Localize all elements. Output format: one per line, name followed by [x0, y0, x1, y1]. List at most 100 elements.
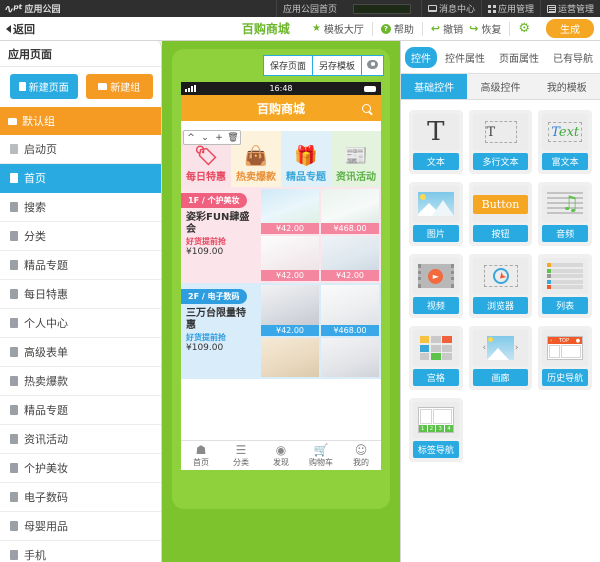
tab-1[interactable]: 控件属性 [439, 47, 491, 68]
undo-button[interactable]: ↩ 撤销 [423, 22, 466, 36]
product-cell[interactable] [321, 337, 379, 377]
topnav-search[interactable] [343, 0, 421, 17]
sidebar-item-12[interactable]: 电子数码 [0, 483, 161, 512]
topnav-ops-manage[interactable]: 运营管理 [539, 0, 600, 17]
sidebar-item-label: 个护美妆 [24, 462, 68, 475]
grid-widget-icon [413, 330, 459, 366]
status-time: 16:48 [269, 84, 293, 93]
page-group-label: 默认组 [22, 115, 55, 128]
phone-preview: 16:48 百购商城 ^ ⌄ + 🗑 🏷 每日特惠 👜 热卖爆款 🎁 精品专题 … [181, 82, 381, 470]
app-logo[interactable]: ∿ᵖᵗ 应用公园 [0, 2, 60, 16]
product-cell[interactable] [261, 337, 319, 377]
phone-nav-首页[interactable]: ☗ 首页 [181, 441, 221, 470]
new-group-button[interactable]: 新建组 [85, 74, 153, 99]
sidebar-item-10[interactable]: 资讯活动 [0, 425, 161, 454]
sidebar-item-11[interactable]: 个护美妆 [0, 454, 161, 483]
settings-button[interactable]: ⚙ [510, 21, 538, 36]
redo-label: 恢复 [481, 25, 502, 36]
phone-nav-我的[interactable]: ☺ 我的 [341, 441, 381, 470]
search-input[interactable] [352, 3, 411, 14]
widget-history-nav[interactable]: ‹ TOP ● 历史导航 [538, 326, 592, 390]
save-page-button[interactable]: 保存页面 [262, 55, 312, 76]
star-icon: ★ [311, 23, 321, 34]
tab-3[interactable]: 已有导航 [547, 47, 599, 68]
topnav-home[interactable]: 应用公园首页 [275, 0, 343, 17]
widget-grid-widget[interactable]: 宫格 [409, 326, 463, 390]
page-icon [10, 289, 18, 299]
button-icon: Button [472, 186, 529, 222]
widget-browser[interactable]: 浏览器 [468, 254, 533, 318]
floor-section-0[interactable]: 1F / 个护美妆 姿彩FUN肆盛会 好货提前抢 ¥109.00 ¥42.00 ¥468.… [181, 187, 381, 283]
sidebar-item-label: 启动页 [24, 143, 57, 156]
sidebar-item-3[interactable]: 分类 [0, 222, 161, 251]
widget-rich-text[interactable]: Text 富文本 [538, 110, 592, 174]
move-up-icon[interactable]: ^ [184, 131, 198, 144]
product-cell[interactable]: ¥42.00 [261, 285, 319, 336]
topnav-app-manage[interactable]: 应用管理 [480, 0, 540, 17]
phone-nav-购物车[interactable]: 🛒 购物车 [301, 441, 341, 470]
product-cell[interactable]: ¥468.00 [321, 285, 379, 336]
generate-button[interactable]: 生成 [546, 19, 594, 38]
widget-gallery[interactable]: ‹ › 画廊 [468, 326, 533, 390]
product-cell[interactable]: ¥42.00 [261, 189, 319, 234]
sidebar-item-7[interactable]: 高级表单 [0, 338, 161, 367]
sidebar-item-0[interactable]: 启动页 [0, 135, 161, 164]
stage-toolbar: 保存页面 另存模板 [262, 55, 384, 76]
sidebar-item-5[interactable]: 每日特惠 [0, 280, 161, 309]
topnav-messages[interactable]: 消息中心 [420, 0, 481, 17]
product-cell[interactable]: ¥42.00 [321, 236, 379, 281]
search-icon[interactable] [362, 103, 371, 113]
product-image [321, 285, 379, 325]
topnav-ops-manage-label: 运营管理 [557, 5, 594, 15]
save-template-button[interactable]: 另存模板 [311, 55, 361, 76]
new-page-button[interactable]: 新建页面 [10, 74, 78, 99]
sidebar-item-4[interactable]: 精品专题 [0, 251, 161, 280]
widget-button[interactable]: Button 按钮 [468, 182, 533, 246]
preview-button[interactable] [361, 55, 384, 76]
help-label: 帮助 [393, 25, 414, 36]
widget-list-widget[interactable]: 列表 [538, 254, 592, 318]
widget-text[interactable]: T 文本 [409, 110, 463, 174]
sidebar-item-8[interactable]: 热卖爆款 [0, 367, 161, 396]
sidebar-item-label: 精品专题 [24, 404, 68, 417]
floor-section-1[interactable]: 2F / 电子数码 三万台限量特惠 好货提前抢 ¥109.00 ¥42.00 ¥468.0… [181, 283, 381, 379]
widget-image[interactable]: 图片 [409, 182, 463, 246]
sidebar-item-14[interactable]: 手机 [0, 541, 161, 562]
sidebar-item-9[interactable]: 精品专题 [0, 396, 161, 425]
sidebar-item-13[interactable]: 母婴用品 [0, 512, 161, 541]
category-item-3[interactable]: 📰 资讯活动 [331, 131, 381, 187]
move-down-icon[interactable]: ⌄ [198, 131, 212, 144]
subtab-2[interactable]: 我的模板 [533, 74, 600, 99]
redo-button[interactable]: ↪ 恢复 [466, 21, 511, 36]
page-icon [10, 463, 18, 473]
widget-multiline-text[interactable]: T 多行文本 [468, 110, 533, 174]
multiline-text-icon: T [472, 114, 529, 150]
sidebar-item-1[interactable]: 首页 [0, 164, 161, 193]
delete-icon[interactable]: 🗑 [226, 131, 240, 144]
product-price: ¥42.00 [261, 270, 319, 281]
tab-2[interactable]: 页面属性 [493, 47, 545, 68]
widget-label: 历史导航 [542, 369, 588, 386]
template-hall-button[interactable]: ★ 模板大厅 [304, 21, 373, 36]
phone-nav-发现[interactable]: ◉ 发现 [261, 441, 301, 470]
back-button[interactable]: 返回 [0, 21, 35, 37]
category-label: 资讯活动 [336, 172, 376, 183]
sidebar-item-2[interactable]: 搜索 [0, 193, 161, 222]
product-cell[interactable]: ¥42.00 [261, 236, 319, 281]
phone-nav-分类[interactable]: ☰ 分类 [221, 441, 261, 470]
widget-tab-nav[interactable]: 1 2 3 4 标签导航 [409, 398, 463, 462]
help-button[interactable]: ? 帮助 [373, 21, 423, 36]
widget-audio[interactable]: ♫ 音频 [538, 182, 592, 246]
widget-video[interactable]: ► 视频 [409, 254, 463, 318]
page-icon [10, 318, 18, 328]
subtab-1[interactable]: 高级控件 [467, 74, 534, 99]
mail-icon [427, 5, 437, 12]
category-item-2[interactable]: 🎁 精品专题 [281, 131, 331, 187]
subtab-0[interactable]: 基础控件 [401, 74, 468, 99]
tab-0[interactable]: 控件 [405, 47, 437, 68]
add-icon[interactable]: + [212, 131, 226, 144]
sidebar-item-6[interactable]: 个人中心 [0, 309, 161, 338]
page-group-default[interactable]: 默认组 [0, 107, 161, 135]
product-cell[interactable]: ¥468.00 [321, 189, 379, 234]
sidebar-item-label: 首页 [24, 172, 46, 185]
